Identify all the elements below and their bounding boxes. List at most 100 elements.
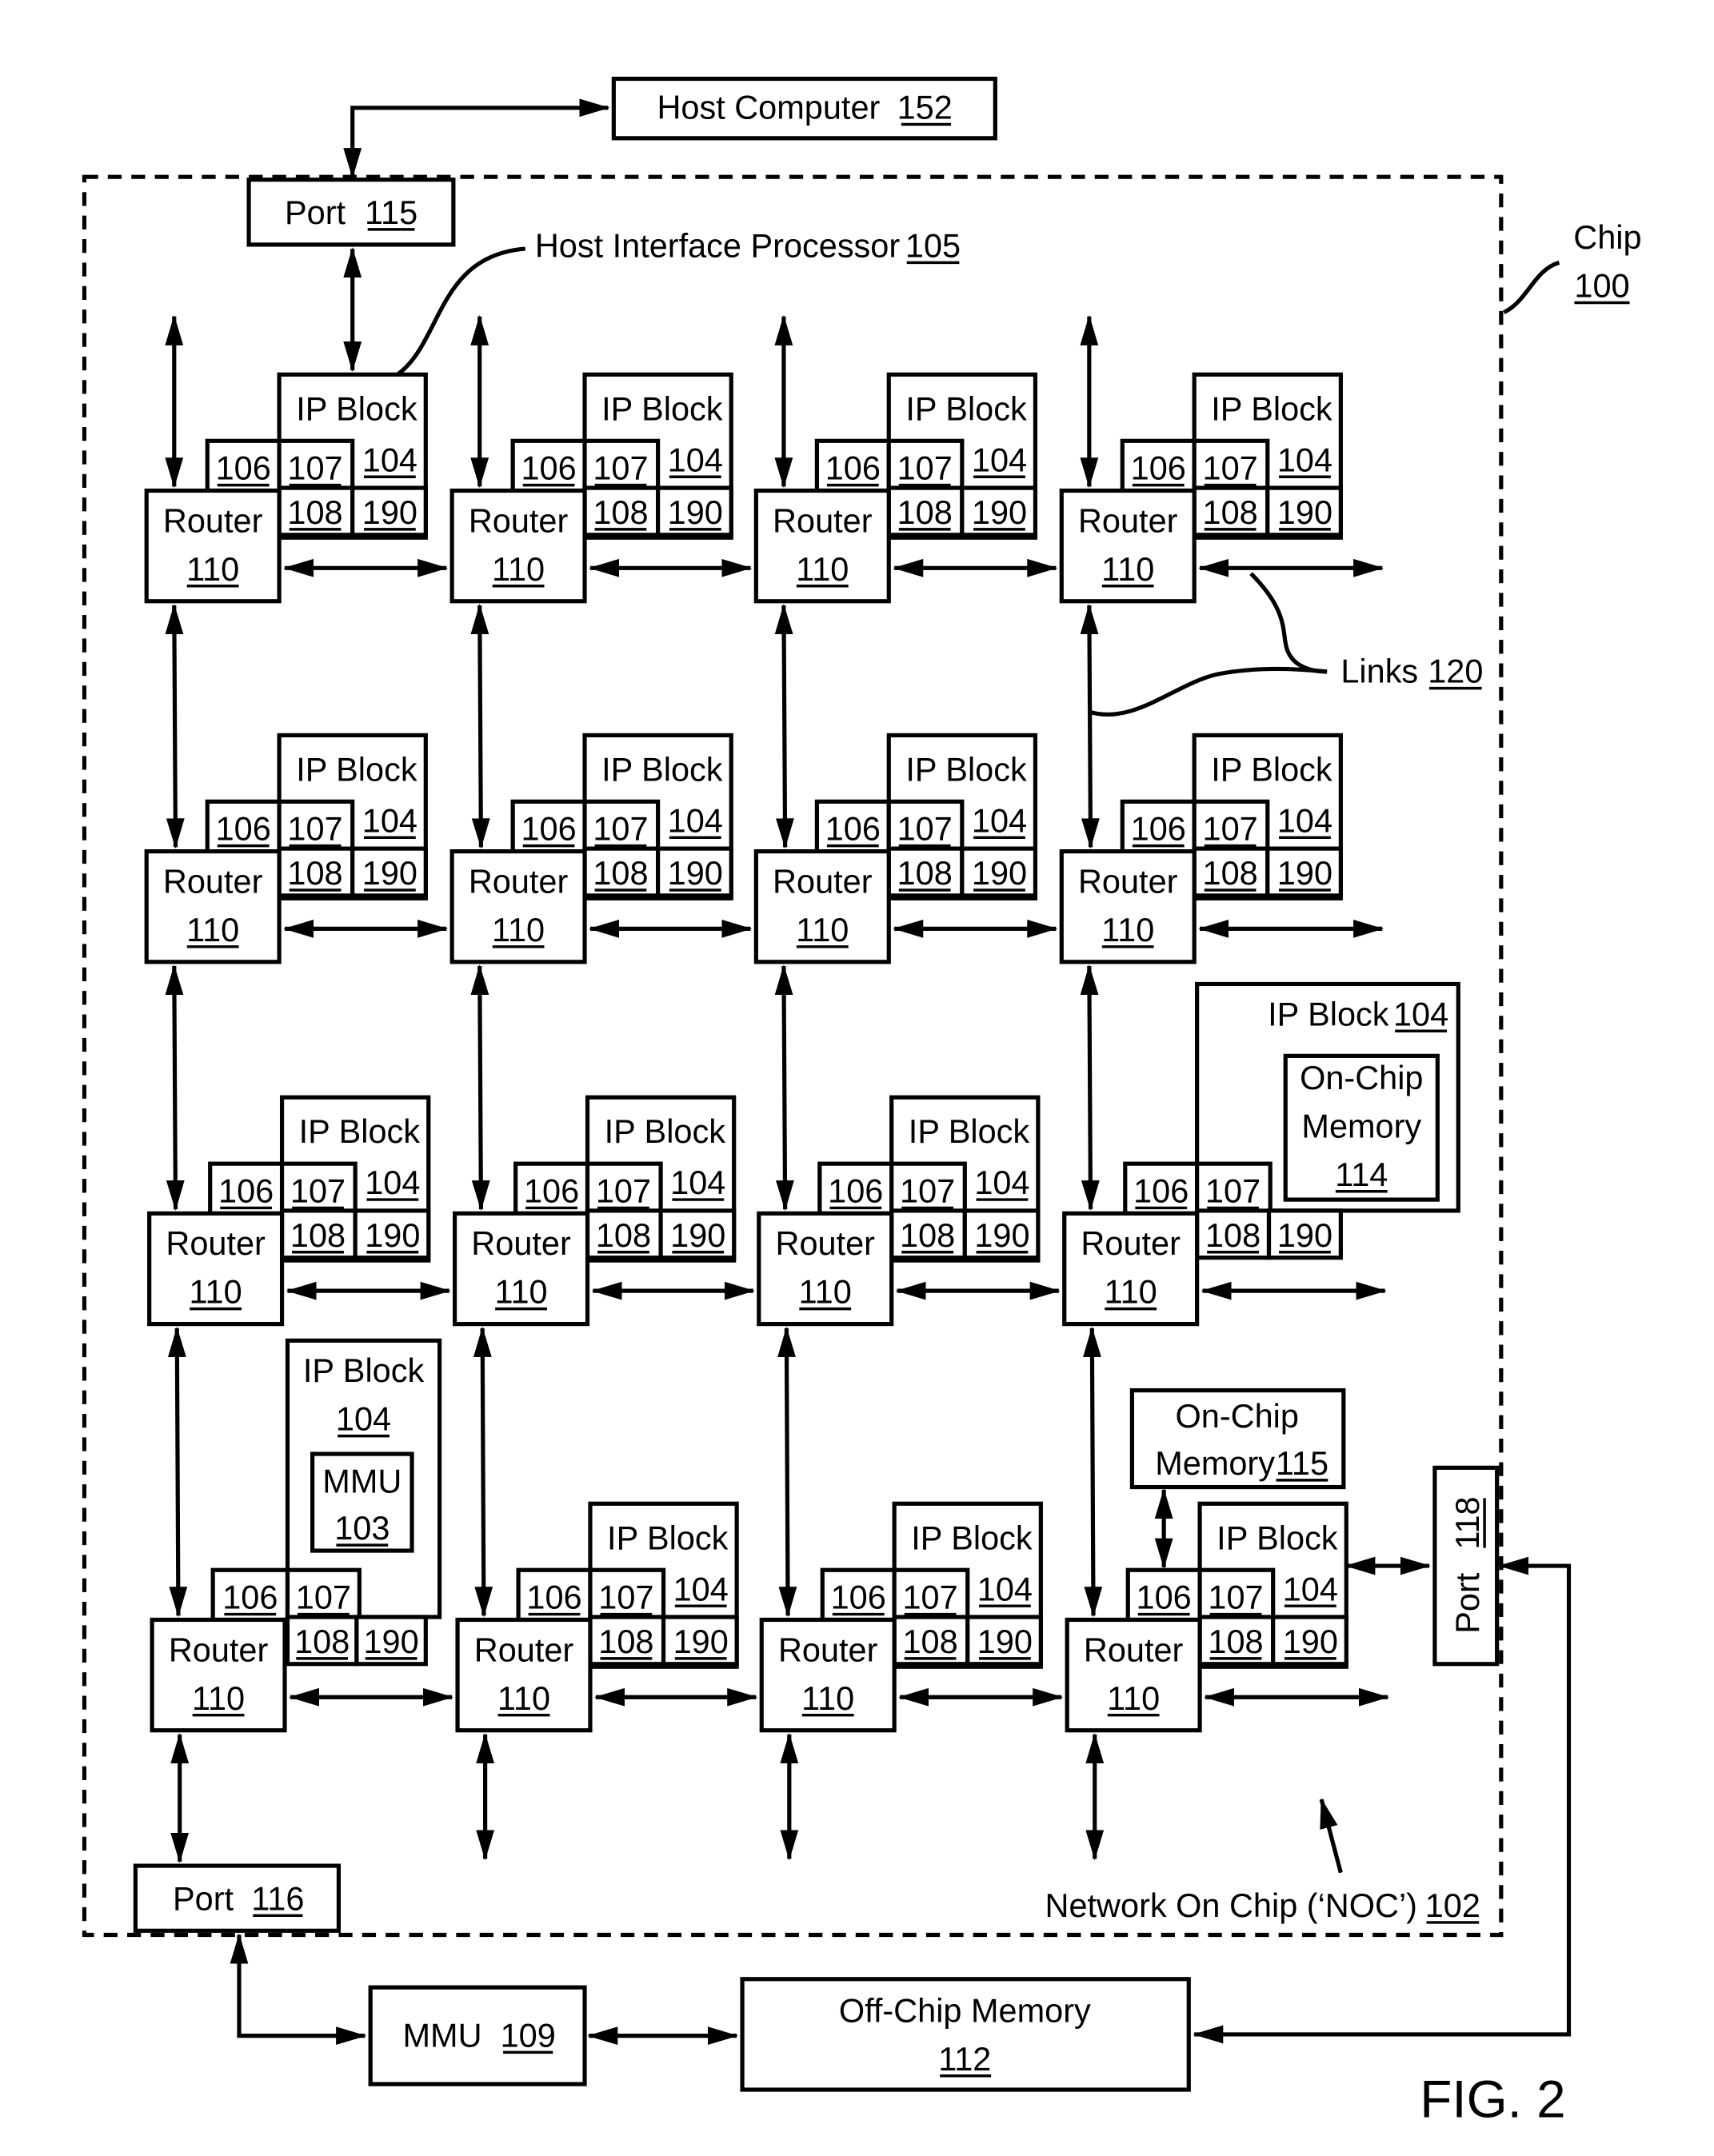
ref-108: 108 — [1205, 1216, 1261, 1254]
off-chip-memory-ref: 112 — [938, 2040, 991, 2078]
router-label: Router — [1078, 862, 1178, 900]
router-label: Router — [1081, 1224, 1181, 1262]
router-label: Router — [469, 862, 569, 900]
router-label: Router — [169, 1631, 269, 1668]
port-115-ref: 115 — [365, 194, 418, 231]
router-label: Router — [469, 501, 569, 539]
host-computer-box[interactable]: Host Computer 152 — [611, 76, 997, 141]
link-120-v — [165, 604, 185, 849]
node-r4-c1: IP Block 104 MMU 103 106 107 108 190 Router 110 — [150, 1338, 442, 1733]
ip-block-ref: 104 — [972, 441, 1027, 478]
router-ref: 110 — [799, 1273, 852, 1311]
off-chip-memory-box[interactable]: Off-Chip Memory 112 — [740, 1977, 1191, 2092]
port-118-ref: 118 — [1448, 1496, 1486, 1549]
ref-108: 108 — [1203, 493, 1258, 531]
ref-106: 106 — [526, 1579, 581, 1616]
router-ref: 110 — [796, 550, 849, 588]
ref-106: 106 — [216, 810, 271, 848]
link-120-v — [470, 964, 490, 1212]
ref-106: 106 — [216, 449, 271, 487]
ref-107: 107 — [598, 1579, 653, 1616]
port-115-label: Port — [285, 194, 346, 231]
on-chip-memory-115-line1: On-Chip — [1176, 1397, 1299, 1435]
ref-106: 106 — [1131, 449, 1186, 487]
ref-106: 106 — [521, 449, 577, 487]
ip-block-ref: 104 — [1277, 441, 1332, 478]
router-ref: 110 — [186, 550, 239, 588]
ref-190: 190 — [668, 854, 723, 892]
ref-106: 106 — [825, 810, 881, 848]
mmu-109-label: MMU — [403, 2016, 482, 2054]
ip-block-label: IP Block — [601, 389, 723, 427]
ip-block-ref: 104 — [365, 1164, 420, 1201]
ref-190: 190 — [1277, 493, 1332, 531]
ref-190: 190 — [362, 854, 418, 892]
ref-106: 106 — [1137, 1579, 1192, 1616]
ip-block-label: IP Block — [303, 1351, 425, 1389]
ref-190: 190 — [668, 493, 723, 531]
ref-107: 107 — [593, 810, 648, 848]
ip-block-label: IP Block — [911, 1519, 1033, 1556]
router-ref: 110 — [801, 1679, 854, 1717]
chip-leader — [1503, 260, 1560, 314]
links-ref: 120 — [1428, 653, 1483, 690]
ref-108: 108 — [287, 493, 342, 531]
ref-108: 108 — [596, 1216, 651, 1254]
ip-block-ref: 104 — [336, 1400, 391, 1438]
ref-107: 107 — [287, 810, 342, 848]
link-120-v — [1080, 964, 1100, 1212]
ip-block-ref: 104 — [1277, 801, 1332, 839]
ip-block-label: IP Block — [1217, 1519, 1338, 1556]
ip-block-label: IP Block — [607, 1519, 729, 1556]
ref-190: 190 — [1283, 1623, 1338, 1660]
ref-106: 106 — [1131, 810, 1186, 848]
noc-pointer-arrow — [1319, 1798, 1343, 1874]
chip-ref: 100 — [1574, 267, 1629, 305]
ref-107: 107 — [897, 810, 953, 848]
host-interface-processor-label: Host Interface Processor — [535, 226, 901, 264]
links-leader-1 — [1249, 572, 1328, 674]
ref-107: 107 — [1203, 810, 1258, 848]
off-chip-memory-label: Off-Chip Memory — [839, 1991, 1091, 2029]
link-120-v — [1083, 1326, 1103, 1618]
links-label: Links — [1340, 653, 1418, 690]
ref-108: 108 — [1203, 854, 1258, 892]
link-120-v — [167, 1326, 188, 1618]
node-r3-c4: IP Block 104 On-Chip Memory 114 106 107 108 190… — [1062, 981, 1460, 1327]
ref-106: 106 — [524, 1172, 579, 1210]
port-115-box[interactable]: Port 115 — [246, 178, 456, 247]
router-grid: IP Block106 107 104108 190Router110IP Block… — [144, 314, 1460, 1863]
links-leader-2 — [1089, 666, 1328, 717]
ip-block-label: IP Block — [905, 389, 1027, 427]
router-ref: 110 — [1105, 1273, 1157, 1311]
ref-108: 108 — [287, 854, 342, 892]
router-label: Router — [474, 1631, 574, 1668]
router-ref: 110 — [494, 1273, 547, 1311]
link-120-v — [774, 604, 794, 849]
ip-block-ref: 104 — [974, 1164, 1029, 1201]
router-ref: 110 — [796, 911, 849, 948]
router-label: Router — [166, 1224, 266, 1262]
port-116-box[interactable]: Port 116 — [133, 1863, 342, 1933]
host-link-arrow — [343, 98, 610, 179]
host-interface-leader — [394, 246, 525, 378]
ip-block-ref: 104 — [362, 441, 418, 478]
ref-190: 190 — [670, 1216, 725, 1254]
port-118-box[interactable]: Port 118 — [1432, 1465, 1500, 1667]
ref-108: 108 — [593, 493, 648, 531]
link-120-v — [473, 1326, 493, 1618]
ref-108: 108 — [593, 854, 648, 892]
ref-190: 190 — [972, 854, 1027, 892]
ip-block-label: IP Block — [605, 1112, 726, 1150]
node-r4-c4: On-Chip Memory 115 IP Block 106 107 104 108 190 R… — [1065, 1387, 1348, 1733]
ref-107: 107 — [593, 449, 648, 487]
ref-107: 107 — [897, 449, 953, 487]
ref-107: 107 — [1203, 449, 1258, 487]
router-label: Router — [1084, 1631, 1184, 1668]
host-computer-ref: 152 — [897, 89, 953, 126]
link-120-v — [470, 604, 490, 849]
host-interface-processor-ref: 105 — [905, 226, 961, 264]
mmu-109-box[interactable]: MMU 109 — [368, 1985, 587, 2086]
on-chip-memory-115-ref: 115 — [1276, 1444, 1328, 1482]
ip-block-label: IP Block — [299, 1112, 421, 1150]
